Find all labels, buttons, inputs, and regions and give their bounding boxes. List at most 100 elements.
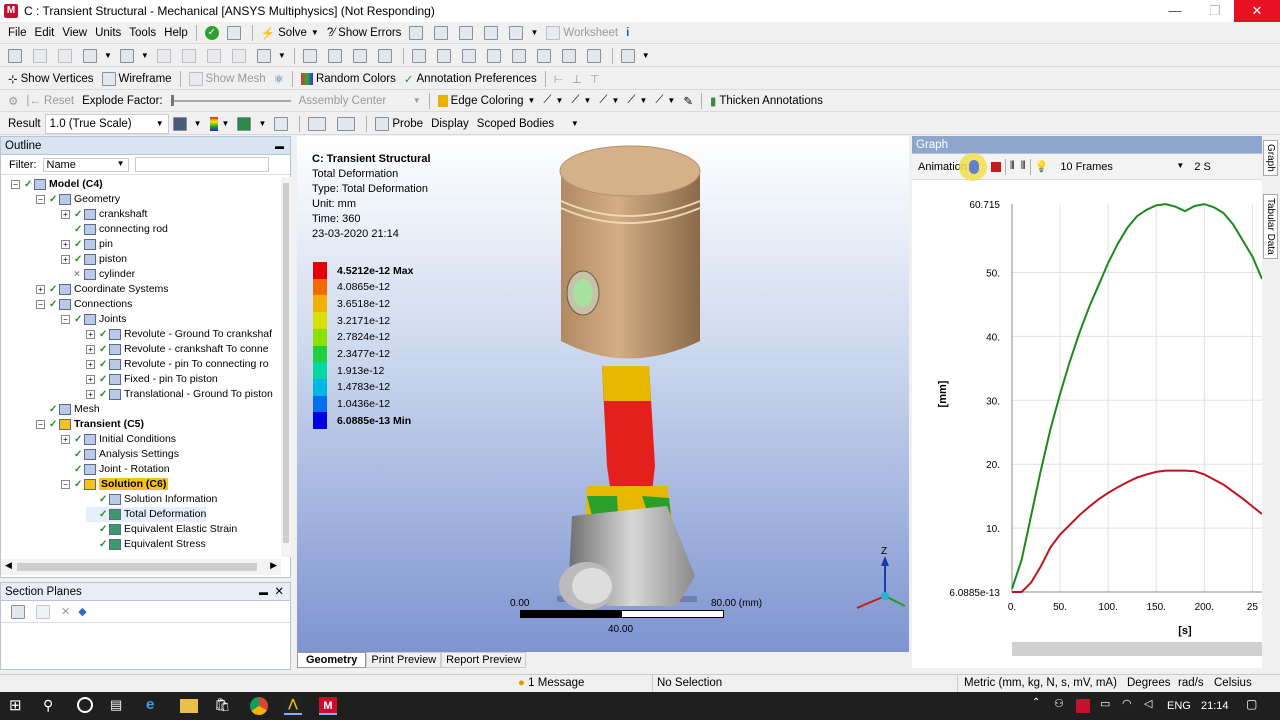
- expand-toggle-icon[interactable]: −: [36, 194, 45, 204]
- viewport-layout-icon[interactable]: ▼: [617, 46, 654, 66]
- ruler-icon[interactable]: ⊥: [568, 69, 586, 89]
- tray-chevron-icon[interactable]: ⌃: [1032, 697, 1050, 715]
- select-edge-icon[interactable]: [178, 46, 203, 66]
- tree-item-initial-conditions[interactable]: + ✓ Initial Conditions: [61, 432, 176, 447]
- outline-hscroll[interactable]: ◀ ▶: [1, 559, 281, 575]
- select-body-icon[interactable]: [228, 46, 253, 66]
- toolbar-icon[interactable]: [455, 23, 480, 43]
- extend-icon[interactable]: ▼: [253, 46, 290, 66]
- probe-button[interactable]: Probe: [371, 114, 427, 134]
- tree-item-piston[interactable]: + ✓ piston: [61, 252, 127, 267]
- language-indicator[interactable]: ENG: [1167, 700, 1191, 712]
- edit-section-icon[interactable]: ◆: [78, 605, 86, 618]
- tree-item-connections[interactable]: − ✓ Connections: [36, 297, 132, 312]
- expand-toggle-icon[interactable]: −: [11, 179, 20, 189]
- expand-toggle-icon[interactable]: +: [61, 239, 70, 249]
- ansys-workbench-icon[interactable]: ⋀: [284, 697, 302, 715]
- expand-toggle-icon[interactable]: +: [61, 254, 70, 264]
- show-errors-button[interactable]: ?⁄ Show Errors: [323, 23, 406, 43]
- stop-icon[interactable]: [990, 161, 1001, 172]
- iso-view-icon[interactable]: [533, 46, 558, 66]
- tree-item-analysis-settings[interactable]: ✓ Analysis Settings: [61, 447, 179, 462]
- ruler-icon[interactable]: ⊤: [586, 69, 604, 89]
- frames-icon[interactable]: ⦀: [1021, 160, 1026, 173]
- tree-item-pin[interactable]: + ✓ pin: [61, 237, 113, 252]
- pin-icon[interactable]: ▬: [259, 583, 268, 601]
- delete-icon[interactable]: ✕: [61, 605, 70, 618]
- random-colors-button[interactable]: Random Colors: [297, 69, 400, 89]
- close-icon[interactable]: ✕: [274, 583, 284, 601]
- edge-coloring-button[interactable]: Edge Coloring ▼: [434, 91, 540, 111]
- expand-toggle-icon[interactable]: +: [86, 374, 95, 384]
- expand-toggle-icon[interactable]: −: [61, 314, 70, 324]
- tree-item-equivalent-stress[interactable]: ✓ Equivalent Stress: [86, 537, 206, 552]
- people-icon[interactable]: ⚇: [1054, 697, 1072, 715]
- tab-report-preview[interactable]: Report Preview: [441, 652, 527, 668]
- menu-units[interactable]: Units: [91, 23, 125, 43]
- axis-triad[interactable]: Z: [845, 544, 909, 616]
- tree-item-mesh[interactable]: ✓ Mesh: [36, 402, 100, 417]
- tree-item-joints[interactable]: − ✓ Joints: [61, 312, 126, 327]
- zoom-fit-icon[interactable]: [408, 46, 433, 66]
- edge-style-icon[interactable]: ✎: [679, 91, 697, 111]
- menu-edit[interactable]: Edit: [31, 23, 59, 43]
- new-section-icon[interactable]: [11, 604, 25, 619]
- file-explorer-icon[interactable]: [180, 699, 198, 713]
- expand-toggle-icon[interactable]: +: [86, 344, 95, 354]
- messages-status[interactable]: ● 1 Message: [518, 677, 584, 689]
- toolbar-icon[interactable]: [480, 23, 505, 43]
- angular-velocity-units[interactable]: rad/s: [1178, 677, 1204, 689]
- display-select[interactable]: Scoped Bodies ▼: [473, 114, 583, 134]
- tree-item-total-deformation[interactable]: ✓ Total Deformation: [86, 507, 207, 522]
- unit-system[interactable]: Metric (mm, kg, N, s, mV, mA): [964, 677, 1117, 689]
- tree-item-fixed-pin-piston[interactable]: + ✓ Fixed - pin To piston: [86, 372, 218, 387]
- select-mode-icon[interactable]: [29, 46, 54, 66]
- outline-vscroll[interactable]: [281, 177, 291, 557]
- copy-section-icon[interactable]: [36, 604, 50, 619]
- expand-toggle-icon[interactable]: +: [36, 284, 45, 294]
- filter-select[interactable]: Name ▼: [42, 157, 129, 172]
- close-button[interactable]: ✕: [1234, 0, 1280, 22]
- toolbar-icon[interactable]: [430, 23, 455, 43]
- tree-item-translational-ground-piston[interactable]: + ✓ Translational - Ground To piston: [86, 387, 273, 402]
- graphics-viewport[interactable]: C: Transient Structural Total Deformatio…: [297, 136, 909, 668]
- tree-item-cylinder[interactable]: × cylinder: [61, 267, 135, 282]
- lightbulb-icon[interactable]: 💡: [1035, 160, 1049, 173]
- task-view-icon[interactable]: ▤: [110, 697, 128, 715]
- edge-style-icon[interactable]: ⟋ ▼: [623, 91, 651, 111]
- duplicate-icon[interactable]: [223, 23, 248, 43]
- tree-item-crankshaft[interactable]: + ✓ crankshaft: [61, 207, 147, 222]
- chrome-icon[interactable]: [250, 697, 268, 715]
- expand-toggle-icon[interactable]: −: [36, 419, 45, 429]
- info-icon[interactable]: i: [622, 23, 633, 43]
- expand-toggle-icon[interactable]: +: [86, 359, 95, 369]
- expand-toggle-icon[interactable]: +: [61, 434, 70, 444]
- cursor-icon[interactable]: ▼: [116, 46, 153, 66]
- pin-icon[interactable]: ▬: [275, 137, 284, 155]
- windows-start-icon[interactable]: ⊞: [9, 696, 27, 714]
- select-face-icon[interactable]: [153, 46, 178, 66]
- tree-item-connecting-rod[interactable]: ✓ connecting rod: [61, 222, 168, 237]
- menu-view[interactable]: View: [58, 23, 91, 43]
- expand-toggle-icon[interactable]: +: [61, 209, 70, 219]
- frames-icon[interactable]: ⦀: [1010, 160, 1015, 173]
- expand-toggle-icon[interactable]: +: [86, 389, 95, 399]
- rotate-icon[interactable]: [299, 46, 324, 66]
- wifi-icon[interactable]: ◠: [1122, 697, 1140, 715]
- tree-item-transient[interactable]: − ✓ Transient (C5): [36, 417, 144, 432]
- select-vertex-icon[interactable]: [203, 46, 228, 66]
- angle-units[interactable]: Degrees: [1127, 677, 1170, 689]
- tree-item-joint-rotation[interactable]: ✓ Joint - Rotation: [61, 462, 170, 477]
- zoom-box-icon[interactable]: [374, 46, 399, 66]
- side-tab-tabular-data[interactable]: Tabular Data: [1263, 193, 1278, 259]
- assembly-center-select[interactable]: Assembly Center ▼: [295, 91, 425, 111]
- show-mesh-button[interactable]: Show Mesh: [185, 69, 270, 89]
- cortana-icon[interactable]: [77, 697, 93, 713]
- expand-toggle-icon[interactable]: −: [61, 479, 70, 489]
- zoom-icon[interactable]: [349, 46, 374, 66]
- explode-factor-slider[interactable]: [167, 91, 295, 111]
- show-vertices-button[interactable]: ⊹ Show Vertices: [4, 69, 98, 89]
- tree-item-coordinate-systems[interactable]: + ✓ Coordinate Systems: [36, 282, 169, 297]
- expand-toggle-icon[interactable]: +: [86, 329, 95, 339]
- menu-file[interactable]: File: [4, 23, 31, 43]
